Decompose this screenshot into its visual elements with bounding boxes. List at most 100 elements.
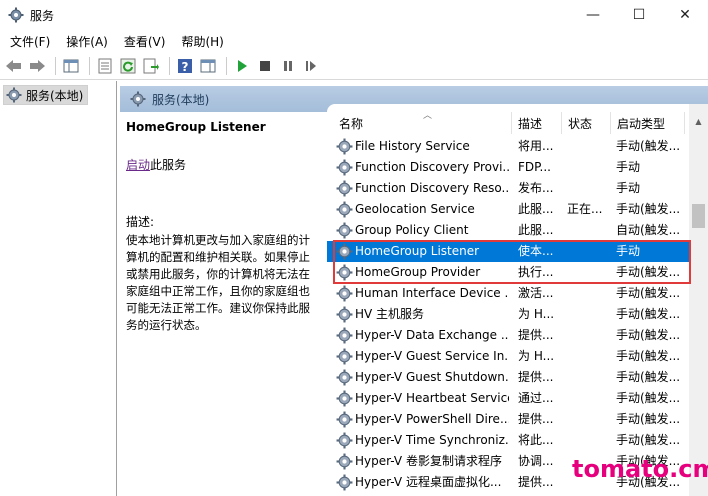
stop-service-button[interactable] [255,56,275,76]
service-name: Function Discovery Provi... [355,160,509,174]
minimize-button[interactable]: — [570,0,616,30]
show-hide-tree-button[interactable] [61,56,81,76]
service-row[interactable]: Geolocation Service 此服... 正在... 手动(触发... [327,199,689,220]
service-gear-icon [336,453,353,470]
toolbar-separator [89,56,90,75]
description-pane: HomeGroup Listener 启动此服务 描述: 使本地计算机更改与加入… [120,112,325,496]
service-row[interactable]: HomeGroup Provider 执行... 手动(触发... [327,262,689,283]
column-divider[interactable] [561,112,562,134]
watermark: tomato.cm [572,455,708,483]
service-row[interactable]: Function Discovery Reso... 发布... 手动 [327,178,689,199]
scroll-up-button[interactable]: ▲ [689,112,708,130]
svg-text:?: ? [182,60,189,74]
column-divider[interactable] [610,112,611,134]
title-bar: 服务 — ☐ ✕ [0,0,708,30]
show-hide-tree-icon [63,59,79,72]
menu-action[interactable]: 操作(A) [58,33,116,50]
service-row[interactable]: Hyper-V Guest Service In... 为 H... 手动(触发..… [327,346,689,367]
service-status [567,178,609,199]
pause-service-button[interactable] [278,56,298,76]
start-service-link[interactable]: 启动 [126,158,150,172]
export-list-button[interactable] [141,56,161,76]
service-row[interactable]: Hyper-V Time Synchroniz... 将此... 手动(触发... [327,430,689,451]
selected-service-title: HomeGroup Listener [126,120,266,134]
service-startup-type: 手动(触发... [616,433,681,447]
forward-button[interactable] [27,56,47,76]
back-button[interactable] [4,56,24,76]
service-startup-type: 手动(触发... [616,265,681,279]
service-gear-icon [336,159,353,176]
start-service-button[interactable] [232,56,252,76]
service-startup-type: 手动(触发... [616,139,681,153]
service-row[interactable]: Hyper-V Data Exchange ... 提供... 手动(触发... [327,325,689,346]
properties-button[interactable] [95,56,115,76]
service-description: 使本... [518,244,554,258]
service-row[interactable]: File History Service 将用... 手动(触发... [327,136,689,157]
service-description: 提供... [518,328,554,342]
menu-file[interactable]: 文件(F) [2,33,58,50]
column-header-name[interactable]: 名称 [339,112,363,134]
service-description: 将用... [518,139,554,153]
service-row[interactable]: HV 主机服务 为 H... 手动(触发... [327,304,689,325]
close-button[interactable]: ✕ [662,0,708,30]
service-name: HomeGroup Listener [355,244,480,258]
menu-view[interactable]: 查看(V) [116,33,174,50]
services-gear-icon [130,91,146,107]
vertical-scrollbar[interactable]: ▲ [689,104,708,496]
service-description: 激活... [518,286,554,300]
column-header-description[interactable]: 描述 [518,112,542,134]
service-status [567,367,609,388]
maximize-button[interactable]: ☐ [616,0,662,30]
back-arrow-icon [6,59,21,72]
service-row[interactable]: Hyper-V Guest Shutdown... 提供... 手动(触发... [327,367,689,388]
service-description: 此服... [518,202,554,216]
column-header-status[interactable]: 状态 [568,112,592,134]
service-description: 提供... [518,370,554,384]
service-name: Human Interface Device ... [355,286,509,300]
service-startup-type: 手动(触发... [616,370,681,384]
service-status [567,262,609,283]
service-gear-icon [336,369,353,386]
service-gear-icon [336,222,353,239]
restart-service-button[interactable] [301,56,321,76]
column-header-startup-type[interactable]: 启动类型 [617,112,665,134]
column-divider[interactable] [684,112,685,134]
service-name: Hyper-V 卷影复制请求程序 [355,454,502,468]
service-name: Hyper-V Heartbeat Service [355,391,509,405]
service-row[interactable]: Group Policy Client 此服... 自动(触发... [327,220,689,241]
scrollbar-thumb[interactable] [692,204,705,228]
service-description: 此服... [518,223,554,237]
service-description: 协调... [518,454,554,468]
forward-arrow-icon [30,59,45,72]
service-action-suffix: 此服务 [150,158,187,172]
service-description: 通过... [518,391,554,405]
menu-help[interactable]: 帮助(H) [173,33,231,50]
refresh-button[interactable] [118,56,138,76]
service-gear-icon [336,474,353,491]
service-startup-type: 手动(触发... [616,202,681,216]
service-row[interactable]: Human Interface Device ... 激活... 手动(触发... [327,283,689,304]
service-name: Hyper-V 远程桌面虚拟化... [355,475,502,489]
service-status [567,304,609,325]
service-description: 提供... [518,412,554,426]
column-divider[interactable] [511,112,512,134]
help-button[interactable]: ? [175,56,195,76]
action-pane-button[interactable] [198,56,218,76]
service-name: Geolocation Service [355,202,475,216]
service-row[interactable]: HomeGroup Listener 使本... 手动 [327,241,689,262]
close-icon: ✕ [679,7,691,23]
service-status [567,346,609,367]
service-startup-type: 手动(触发... [616,328,681,342]
stop-service-icon [260,60,270,71]
tree-item-label: 服务(本地) [26,88,84,103]
service-row[interactable]: Hyper-V Heartbeat Service 通过... 手动(触发... [327,388,689,409]
toolbar-separator [226,56,227,75]
service-startup-type: 手动(触发... [616,412,681,426]
description-label: 描述: [126,215,155,229]
service-row[interactable]: Function Discovery Provi... FDP... 手动 [327,157,689,178]
service-row[interactable]: Hyper-V PowerShell Dire... 提供... 手动(触发... [327,409,689,430]
service-gear-icon [336,285,353,302]
tree-item-services-local[interactable]: 服务(本地) [3,85,89,105]
service-name: File History Service [355,139,470,153]
menu-bar: 文件(F) 操作(A) 查看(V) 帮助(H) [0,30,708,52]
